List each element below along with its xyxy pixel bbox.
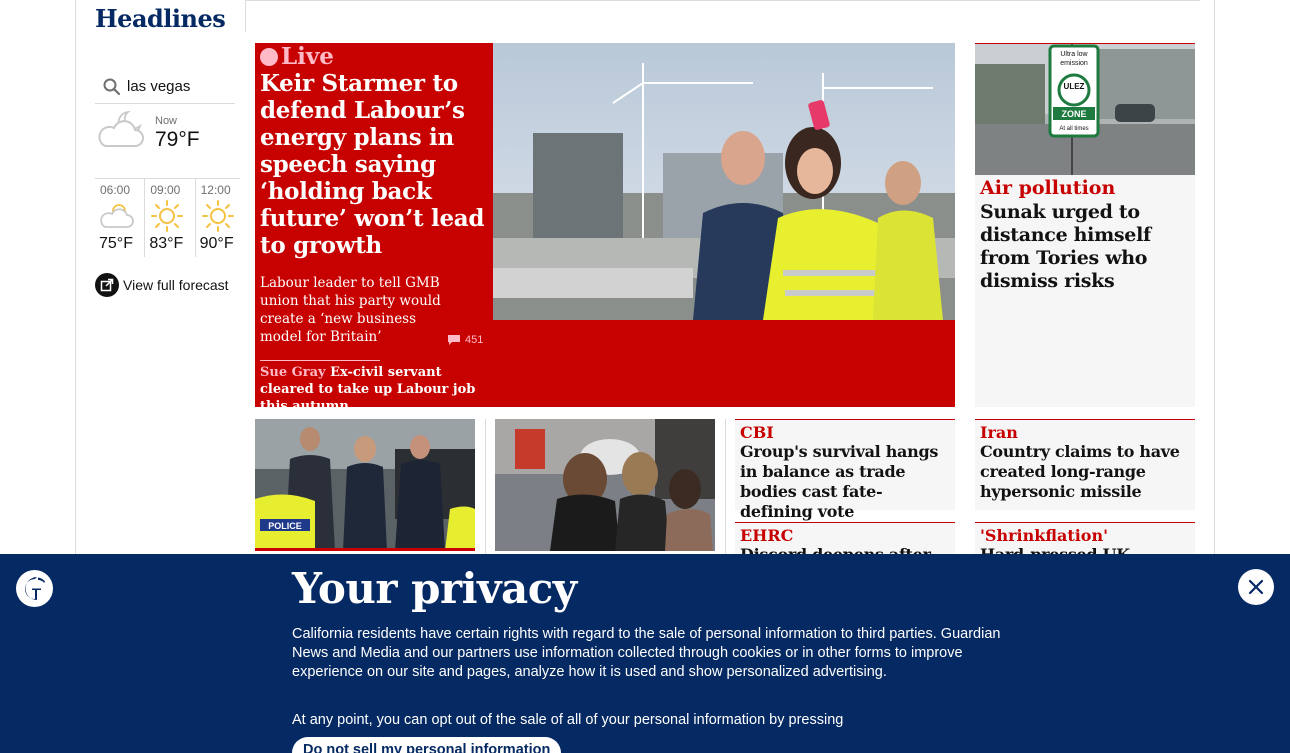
sublink-kicker: Sue Gray xyxy=(260,365,326,380)
privacy-banner: Your privacy California residents have c… xyxy=(0,554,1290,753)
forecast-temp: 75°F xyxy=(99,235,133,252)
column-divider xyxy=(725,419,726,559)
privacy-body-optout: At any point, you can opt out of the sal… xyxy=(292,712,844,728)
forecast-item: 12:00 90°F xyxy=(196,179,240,257)
column-divider xyxy=(245,0,246,32)
sign-text-times: At all times xyxy=(1059,126,1088,132)
police-badge-text: POLICE xyxy=(268,521,302,531)
story-card-cbi[interactable]: CBI Group's survival hangs in balance as… xyxy=(735,419,955,521)
comment-count-value: 451 xyxy=(465,334,484,346)
sign-text-line1: Ultra low xyxy=(1060,51,1088,58)
partly-sunny-icon xyxy=(100,204,134,228)
close-icon xyxy=(1248,579,1264,595)
feature-story-card[interactable]: Live Keir Starmer to defend Labour’s ene… xyxy=(255,43,955,414)
do-not-sell-button[interactable]: Do not sell my personal information xyxy=(292,737,562,753)
view-full-forecast-label: View full forecast xyxy=(123,277,229,293)
weather-now: Now 79°F xyxy=(95,106,235,166)
forecast-item: 06:00 75°F xyxy=(95,179,146,257)
now-temperature: 79°F xyxy=(155,128,200,151)
search-input[interactable]: las vegas xyxy=(127,78,190,95)
feature-sublink[interactable]: Sue Gray Ex-civil servant cleared to tak… xyxy=(260,364,485,415)
sublink-divider xyxy=(260,360,380,361)
top-rule xyxy=(246,0,1200,1)
live-label: Live xyxy=(281,43,334,70)
story-kicker: Air pollution xyxy=(980,177,1116,199)
feature-photo xyxy=(493,43,955,320)
forecast-temp: 83°F xyxy=(149,235,184,252)
photo-card-vaping[interactable] xyxy=(495,419,715,551)
story-card-iran[interactable]: Iran Country claims to have created long… xyxy=(975,419,1195,510)
story-kicker: CBI xyxy=(740,423,774,442)
story-card-air-pollution[interactable]: Ultra low emission ULEZ ZONE At all time… xyxy=(975,43,1195,407)
feature-headline[interactable]: Keir Starmer to defend Labour’s energy p… xyxy=(260,70,485,259)
forecast-time: 06:00 xyxy=(100,183,131,197)
cloud-moon-icon xyxy=(98,110,144,147)
search-icon xyxy=(103,78,121,95)
story-headline[interactable]: Country claims to have created long-rang… xyxy=(980,442,1192,502)
live-indicator-icon xyxy=(260,48,278,66)
section-title: Headlines xyxy=(95,4,226,33)
sun-icon xyxy=(201,200,234,232)
story-kicker: 'Shrinkflation' xyxy=(980,526,1108,545)
weather-location-search[interactable]: las vegas xyxy=(95,70,235,104)
now-label: Now xyxy=(155,115,178,127)
forecast-item: 09:00 83°F xyxy=(145,179,196,257)
guardian-logo-icon xyxy=(16,570,53,607)
close-privacy-button[interactable] xyxy=(1238,569,1274,605)
feature-standfirst: Labour leader to tell GMB union that his… xyxy=(260,275,441,345)
view-full-forecast-link[interactable]: View full forecast xyxy=(95,272,229,298)
story-kicker: Iran xyxy=(980,423,1018,442)
forecast-time: 09:00 xyxy=(150,183,181,197)
comment-icon xyxy=(448,335,460,345)
sun-icon xyxy=(151,200,184,232)
story-kicker: EHRC xyxy=(740,526,794,545)
privacy-body: California residents have certain rights… xyxy=(292,626,1001,680)
comment-count[interactable]: 451 xyxy=(448,334,483,346)
column-divider xyxy=(485,419,486,559)
forecast-time: 12:00 xyxy=(200,183,231,197)
ulez-sign-photo: Ultra low emission ULEZ ZONE At all time… xyxy=(975,44,1195,175)
forecast-temp: 90°F xyxy=(199,235,234,252)
privacy-title: Your privacy xyxy=(292,564,577,613)
sign-text-zone: ZONE xyxy=(1061,109,1086,119)
sign-text-line2: emission xyxy=(1060,60,1088,67)
story-headline[interactable]: Sunak urged to distance himself from Tor… xyxy=(980,201,1190,293)
external-link-icon xyxy=(95,273,119,297)
photo-card-harry[interactable]: POLICE xyxy=(255,419,475,551)
hourly-forecast: 06:00 75°F 09:00 83°F 12:00 90°F xyxy=(95,178,240,257)
story-headline[interactable]: Group's survival hangs in balance as tra… xyxy=(740,442,952,522)
sign-text-ulez: ULEZ xyxy=(1064,82,1085,91)
